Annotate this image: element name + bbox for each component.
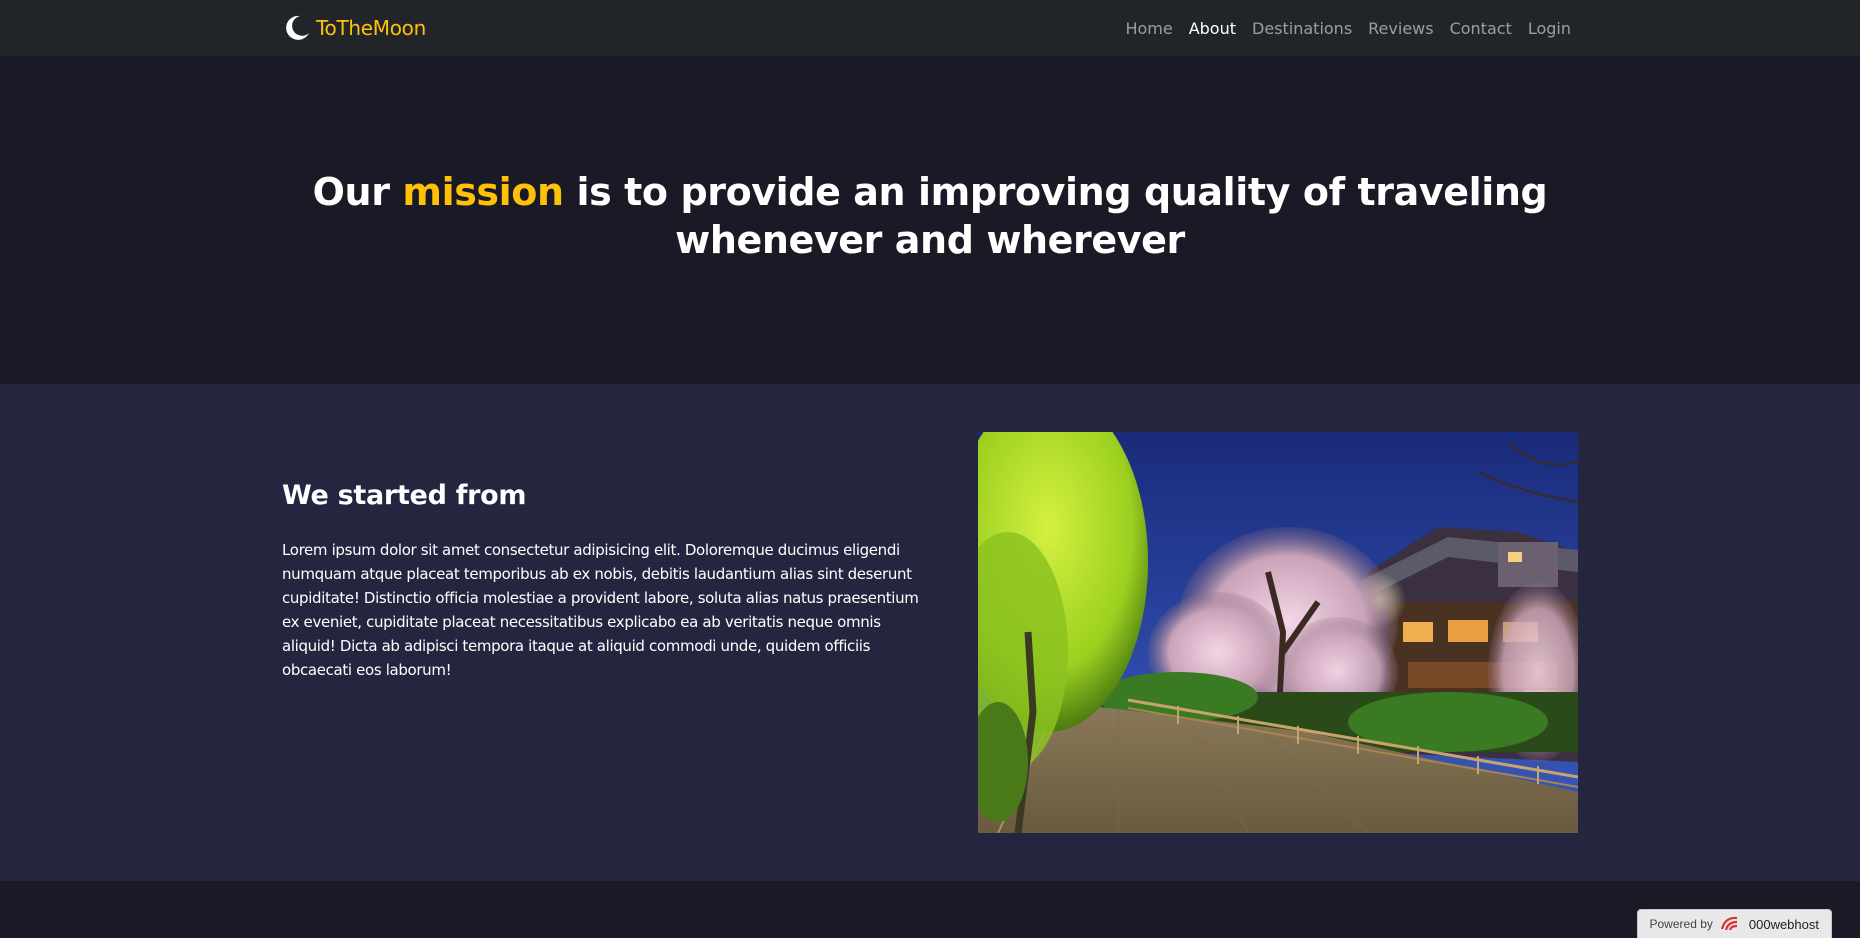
hero-title-accent: mission bbox=[402, 170, 564, 214]
nav-home[interactable]: Home bbox=[1125, 19, 1172, 38]
hero-title-suffix: is to provide an improving quality of tr… bbox=[563, 170, 1548, 262]
nav-login[interactable]: Login bbox=[1528, 19, 1571, 38]
powered-by-badge[interactable]: Powered by 000webhost bbox=[1636, 909, 1832, 938]
hero-title: Our mission is to provide an improving q… bbox=[280, 168, 1580, 264]
about-paragraph: Lorem ipsum dolor sit amet consectetur a… bbox=[282, 541, 919, 679]
000webhost-logo-icon bbox=[1720, 916, 1737, 931]
hero-title-prefix: Our bbox=[312, 170, 403, 214]
night-street-cherry-blossom-photo bbox=[978, 432, 1578, 833]
about-photo bbox=[978, 432, 1578, 833]
nav-reviews[interactable]: Reviews bbox=[1368, 19, 1433, 38]
powered-by-label: Powered by bbox=[1649, 917, 1713, 931]
brand-logo-link[interactable]: ToTheMoon bbox=[282, 12, 426, 44]
footer-strip: Powered by 000webhost bbox=[0, 881, 1860, 938]
powered-by-brand: 000webhost bbox=[1748, 916, 1819, 932]
nav-about[interactable]: About bbox=[1189, 19, 1236, 38]
hero-section: Our mission is to provide an improving q… bbox=[0, 56, 1860, 384]
about-section: We started from Lorem ipsum dolor sit am… bbox=[0, 384, 1860, 881]
about-heading: We started from bbox=[282, 480, 527, 511]
moon-icon bbox=[286, 15, 309, 40]
nav-destinations[interactable]: Destinations bbox=[1252, 19, 1352, 38]
navbar: ToTheMoon Home About Destinations Review… bbox=[0, 0, 1860, 56]
nav-contact[interactable]: Contact bbox=[1450, 19, 1512, 38]
brand-name: ToTheMoon bbox=[316, 16, 426, 40]
nav-menu: Home About Destinations Reviews Contact … bbox=[1125, 0, 1571, 56]
